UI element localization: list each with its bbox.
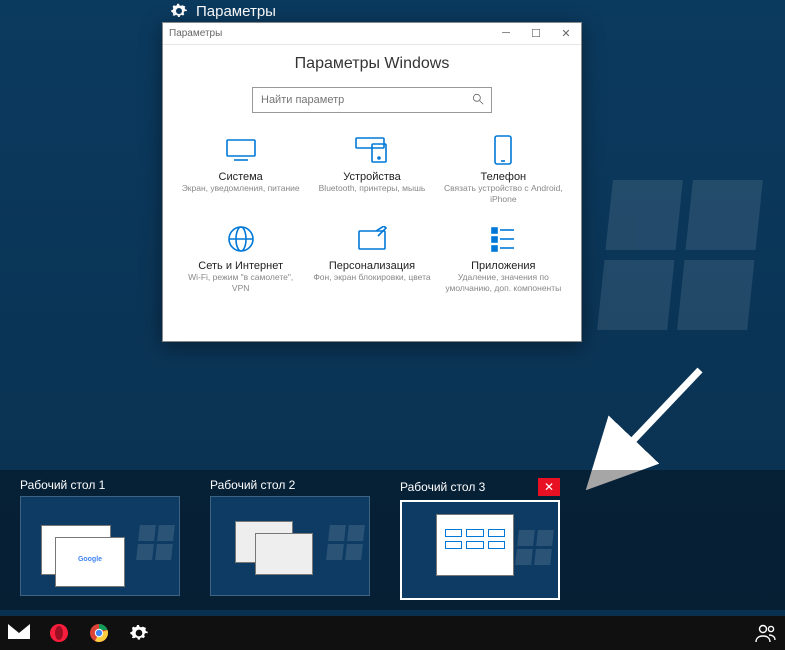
vd-thumbnail[interactable]: Google <box>20 496 180 596</box>
tile-network[interactable]: Сеть и Интернет Wi-Fi, режим "в самолете… <box>177 222 304 293</box>
virtual-desktop-3[interactable]: Рабочий стол 3 ✕ <box>400 478 560 600</box>
taskbar-mail-icon[interactable] <box>8 622 30 644</box>
titlebar-title: Параметры <box>169 28 222 39</box>
vd-label: Рабочий стол 1 <box>20 478 105 492</box>
vd-thumbnail[interactable] <box>210 496 370 596</box>
taskbar-settings-icon[interactable] <box>128 622 150 644</box>
window-titlebar[interactable]: Параметры ─ ☐ ✕ <box>163 23 581 45</box>
tile-personalization[interactable]: Персонализация Фон, экран блокировки, цв… <box>308 222 435 293</box>
taskview-window-label: Параметры <box>170 2 276 20</box>
taskview-window-title: Параметры <box>196 3 276 20</box>
devices-icon <box>308 133 435 167</box>
virtual-desktops-strip: Рабочий стол 1 Google Рабочий стол 2 Раб… <box>0 470 785 610</box>
minimize-button[interactable]: ─ <box>491 27 521 40</box>
apps-icon <box>440 222 567 256</box>
taskbar-opera-icon[interactable] <box>48 622 70 644</box>
settings-search-box[interactable] <box>252 87 492 113</box>
display-icon <box>177 133 304 167</box>
settings-window[interactable]: Параметры ─ ☐ ✕ Параметры Windows Систем… <box>162 22 582 342</box>
taskbar-chrome-icon[interactable] <box>88 622 110 644</box>
close-desktop-button[interactable]: ✕ <box>538 478 560 496</box>
personalization-icon <box>308 222 435 256</box>
search-icon <box>471 92 485 106</box>
windows-logo-watermark <box>597 180 763 330</box>
vd-label: Рабочий стол 3 <box>400 480 485 494</box>
tile-system[interactable]: Система Экран, уведомления, питание <box>177 133 304 204</box>
settings-tiles-grid: Система Экран, уведомления, питание Устр… <box>163 133 581 294</box>
vd-label: Рабочий стол 2 <box>210 478 295 492</box>
tile-devices[interactable]: Устройства Bluetooth, принтеры, мышь <box>308 133 435 204</box>
search-input[interactable] <box>252 87 492 113</box>
tile-apps[interactable]: Приложения Удаление, значения по умолчан… <box>440 222 567 293</box>
close-button[interactable]: ✕ <box>551 27 581 40</box>
globe-icon <box>177 222 304 256</box>
taskbar[interactable] <box>0 616 785 650</box>
phone-icon <box>440 133 567 167</box>
taskbar-people-icon[interactable] <box>755 622 777 644</box>
virtual-desktop-2[interactable]: Рабочий стол 2 <box>210 478 370 596</box>
vd-thumbnail[interactable] <box>400 500 560 600</box>
virtual-desktop-1[interactable]: Рабочий стол 1 Google <box>20 478 180 596</box>
tile-phone[interactable]: Телефон Связать устройство с Android, iP… <box>440 133 567 204</box>
settings-heading: Параметры Windows <box>163 55 581 73</box>
maximize-button[interactable]: ☐ <box>521 27 551 40</box>
gear-icon <box>170 2 188 20</box>
